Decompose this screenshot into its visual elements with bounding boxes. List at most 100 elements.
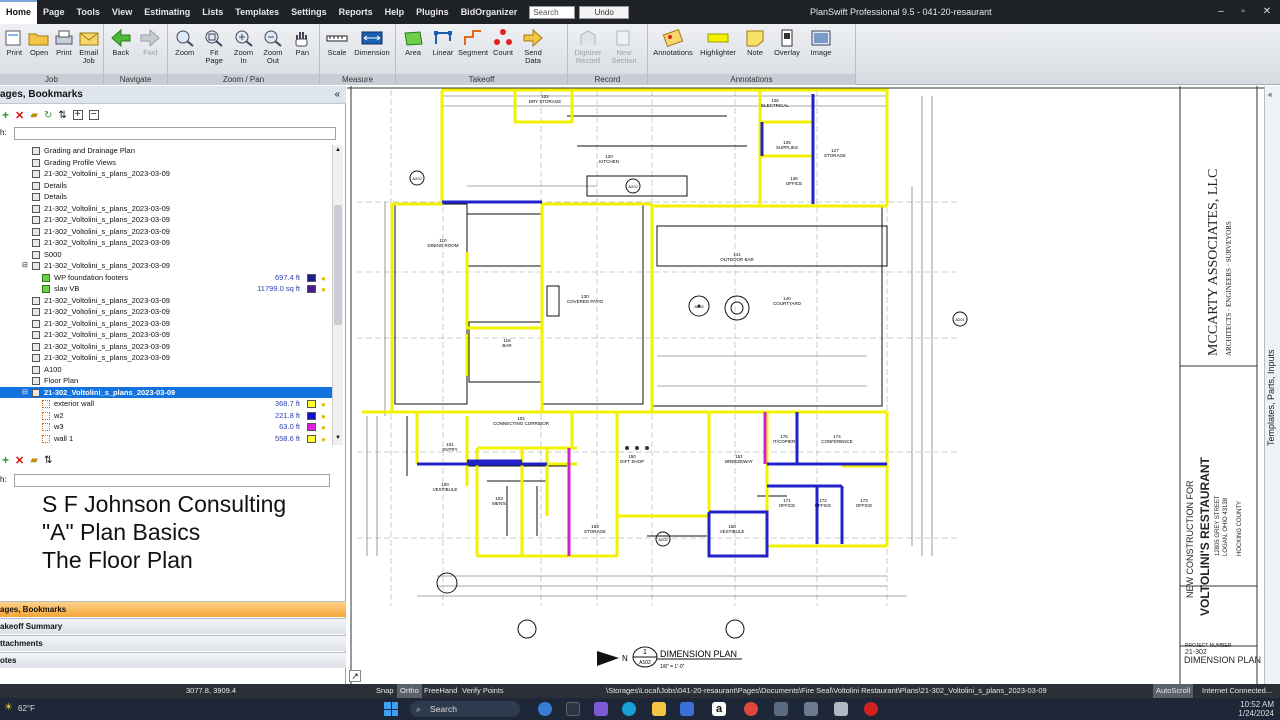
tree-item[interactable]: Floor Plan bbox=[0, 375, 332, 387]
accordion-notes[interactable]: otes bbox=[0, 652, 346, 668]
tree-item[interactable]: Details bbox=[0, 191, 332, 203]
scroll-down-icon[interactable]: ▼ bbox=[334, 435, 342, 443]
taskbar-search[interactable]: ⌕ Search bbox=[410, 701, 520, 717]
highlighter-button[interactable]: Highlighter bbox=[696, 26, 740, 57]
zoom-button[interactable]: Zoom bbox=[170, 26, 199, 57]
folder-icon[interactable]: ▰ bbox=[30, 110, 38, 121]
dock-collapse-icon[interactable]: « bbox=[1268, 90, 1272, 99]
lower-sort-icon[interactable]: ⇅ bbox=[44, 455, 52, 466]
verify-points-toggle[interactable]: Verify Points bbox=[459, 684, 507, 698]
floor-plan-drawing[interactable]: 121DRY STORAGE 126ELECTRICAL125SUPPLIES12… bbox=[347, 86, 1267, 684]
tree-collapse-icon[interactable]: ⊟ bbox=[22, 260, 28, 272]
accordion-takeoff-summary[interactable]: akeoff Summary bbox=[0, 618, 346, 634]
tree-item[interactable]: exterior wall 368.7 ft ● bbox=[0, 398, 332, 410]
forward-button[interactable]: Fwd bbox=[136, 26, 166, 57]
tree-item[interactable]: 21-302_Voltolini_s_plans_2023-03-09 bbox=[0, 295, 332, 307]
open-button[interactable]: Open bbox=[27, 26, 52, 57]
menu-tools[interactable]: Tools bbox=[71, 0, 106, 24]
tree-item[interactable]: 21-302_Voltolini_s_plans_2023-03-09 bbox=[0, 318, 332, 330]
menu-estimating[interactable]: Estimating bbox=[138, 0, 196, 24]
tree-item[interactable]: Details bbox=[0, 180, 332, 192]
overlay-button[interactable]: Overlay bbox=[770, 26, 804, 57]
freehand-toggle[interactable]: FreeHand bbox=[421, 684, 460, 698]
taskbar-chat-icon[interactable] bbox=[594, 702, 608, 716]
tree-item[interactable]: 21-302_Voltolini_s_plans_2023-03-09 bbox=[0, 168, 332, 180]
tree-collapse-icon[interactable]: ⊟ bbox=[22, 387, 28, 399]
autoscroll-toggle[interactable]: AutoScroll bbox=[1153, 684, 1194, 698]
tree-item[interactable]: 21-302_Voltolini_s_plans_2023-03-09 bbox=[0, 203, 332, 215]
taskbar-chrome-icon[interactable] bbox=[744, 702, 758, 716]
tree-item[interactable]: ⊟ 21-302_Voltolini_s_plans_2023-03-09 bbox=[0, 386, 332, 399]
color-swatch[interactable] bbox=[307, 285, 316, 293]
collapse-icon[interactable]: « bbox=[334, 86, 340, 104]
area-button[interactable]: Area bbox=[398, 26, 428, 57]
menu-home[interactable]: Home bbox=[0, 0, 38, 24]
tree-item[interactable]: 21-302_Voltolini_s_plans_2023-03-09 bbox=[0, 306, 332, 318]
tree-item[interactable]: 21-302_Voltolini_s_plans_2023-03-09 bbox=[0, 226, 332, 238]
menu-plugins[interactable]: Plugins bbox=[410, 0, 455, 24]
lower-add-icon[interactable]: + bbox=[2, 453, 9, 467]
color-swatch[interactable] bbox=[307, 423, 316, 431]
note-button[interactable]: Note bbox=[740, 26, 770, 57]
taskbar-planswift-icon[interactable] bbox=[774, 702, 788, 716]
tree-item[interactable]: 21-302_Voltolini_s_plans_2023-03-09 bbox=[0, 237, 332, 249]
zoom-in-button[interactable]: Zoom In bbox=[229, 26, 258, 65]
taskbar-explorer-icon[interactable] bbox=[652, 702, 666, 716]
tree-item[interactable]: wall 1 558.6 ft ● bbox=[0, 433, 332, 445]
zoom-out-button[interactable]: Zoom Out bbox=[258, 26, 287, 65]
color-swatch[interactable] bbox=[307, 434, 316, 443]
tree-item[interactable]: Grading and Drainage Plan bbox=[0, 145, 332, 157]
menu-lists[interactable]: Lists bbox=[196, 0, 229, 24]
snap-toggle[interactable]: Snap bbox=[373, 684, 397, 698]
scale-button[interactable]: Scale bbox=[322, 26, 352, 57]
new-section-button[interactable]: New Section bbox=[606, 26, 642, 65]
email-job-button[interactable]: Email Job bbox=[76, 26, 101, 65]
fit-page-button[interactable]: Fit Page bbox=[199, 26, 228, 65]
tree-item[interactable]: 21-302_Voltolini_s_plans_2023-03-09 bbox=[0, 341, 332, 353]
print-button[interactable]: Print bbox=[52, 26, 77, 57]
taskbar-task-view-icon[interactable] bbox=[566, 702, 580, 716]
pan-button[interactable]: Pan bbox=[288, 26, 317, 57]
accordion-pages-bookmarks[interactable]: ages, Bookmarks bbox=[0, 601, 346, 617]
weather-widget[interactable]: ☀ 62°F bbox=[4, 700, 64, 718]
lower-folder-icon[interactable]: ▰ bbox=[30, 455, 38, 466]
taskbar-amazon-icon[interactable]: a bbox=[712, 702, 726, 716]
tree-item[interactable]: 21-302_Voltolini_s_plans_2023-03-09 bbox=[0, 329, 332, 341]
count-button[interactable]: Count bbox=[488, 26, 518, 57]
image-button[interactable]: Image bbox=[804, 26, 838, 57]
tree-item[interactable]: w3 63.0 ft ● bbox=[0, 421, 332, 433]
pages-search-input[interactable] bbox=[14, 127, 336, 140]
scroll-thumb[interactable] bbox=[334, 205, 342, 325]
tree-item[interactable]: WP foundation footers 697.4 ft ● bbox=[0, 272, 332, 284]
taskbar-clock[interactable]: 10:52 AM 1/24/2024 bbox=[1218, 700, 1274, 718]
color-swatch[interactable] bbox=[307, 400, 316, 408]
taskbar-app-icon-1[interactable] bbox=[538, 702, 552, 716]
annotations-button[interactable]: Annotations bbox=[650, 26, 696, 57]
undo-button[interactable]: Undo bbox=[579, 5, 630, 19]
taskbar-edge-icon[interactable] bbox=[622, 702, 636, 716]
tree-item[interactable]: S000 bbox=[0, 249, 332, 261]
taskbar-app-icon-3[interactable] bbox=[864, 702, 878, 716]
close-button[interactable]: ✕ bbox=[1252, 0, 1280, 24]
tree-item[interactable]: slav VB 11799.0 sq ft ● bbox=[0, 283, 332, 295]
menu-reports[interactable]: Reports bbox=[333, 0, 379, 24]
menu-templates[interactable]: Templates bbox=[229, 0, 285, 24]
digitizer-record-button[interactable]: Digitizer Record bbox=[570, 26, 606, 65]
expand-all-icon[interactable]: + bbox=[72, 110, 83, 120]
tree-scrollbar[interactable]: ▲ ▼ bbox=[332, 145, 343, 445]
taskbar-settings-icon[interactable] bbox=[804, 702, 818, 716]
tree-item[interactable]: A100 bbox=[0, 364, 332, 376]
visibility-bulb-icon[interactable]: ● bbox=[321, 434, 326, 446]
menu-page[interactable]: Page bbox=[37, 0, 71, 24]
add-icon[interactable]: + bbox=[2, 108, 9, 122]
lower-search-input[interactable] bbox=[14, 474, 330, 487]
menu-settings[interactable]: Settings bbox=[285, 0, 333, 24]
sort-icon[interactable]: ⇅ bbox=[58, 110, 66, 121]
taskbar-app-icon-2[interactable] bbox=[834, 702, 848, 716]
collapse-all-icon[interactable]: − bbox=[88, 110, 99, 120]
refresh-icon[interactable]: ↻ bbox=[44, 110, 52, 121]
tree-item[interactable]: Grading Profile Views bbox=[0, 157, 332, 169]
color-swatch[interactable] bbox=[307, 273, 316, 282]
drawing-canvas[interactable]: 121 DRY STORAGE 126 ELECTRICAL 125 SUPPLIES 12… bbox=[347, 86, 1267, 684]
templates-parts-inputs-dock[interactable]: Templates, Parts, Inputs « bbox=[1264, 86, 1280, 684]
